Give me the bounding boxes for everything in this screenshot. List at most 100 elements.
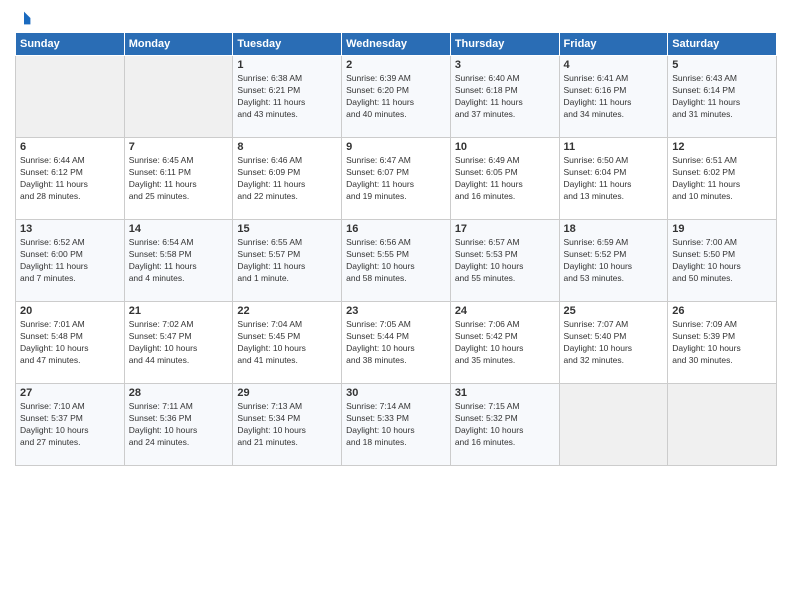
calendar-cell: 14Sunrise: 6:54 AM Sunset: 5:58 PM Dayli… <box>124 220 233 302</box>
calendar-cell: 18Sunrise: 6:59 AM Sunset: 5:52 PM Dayli… <box>559 220 668 302</box>
day-number: 28 <box>129 387 229 399</box>
calendar-cell: 15 Sunrise: 6:55 AM Sunset: 5:57 PM Dayli… <box>233 220 342 302</box>
day-number: 7 <box>129 141 229 153</box>
day-info: Sunrise: 6:41 AM Sunset: 6:16 PM Dayligh… <box>564 73 664 121</box>
calendar-week-row: 20 Sunrise: 7:01 AM Sunset: 5:48 PM Dayli… <box>16 302 777 384</box>
calendar-cell <box>124 56 233 138</box>
day-number: 13 <box>20 223 120 235</box>
calendar-cell: 21 Sunrise: 7:02 AM Sunset: 5:47 PM Dayli… <box>124 302 233 384</box>
day-number: 26 <box>672 305 772 317</box>
day-info: Sunrise: 6:38 AM Sunset: 6:21 PM Dayligh… <box>237 73 337 121</box>
calendar-cell: 22Sunrise: 7:04 AM Sunset: 5:45 PM Dayli… <box>233 302 342 384</box>
weekday-header: Thursday <box>450 33 559 56</box>
calendar-week-row: 1Sunrise: 6:38 AM Sunset: 6:21 PM Daylig… <box>16 56 777 138</box>
weekday-header: Tuesday <box>233 33 342 56</box>
calendar-cell: 25 Sunrise: 7:07 AM Sunset: 5:40 PM Dayli… <box>559 302 668 384</box>
logo <box>15 10 33 26</box>
calendar-week-row: 27 Sunrise: 7:10 AM Sunset: 5:37 PM Dayli… <box>16 384 777 466</box>
day-number: 8 <box>237 141 337 153</box>
day-info: Sunrise: 7:11 AM Sunset: 5:36 PM Dayligh… <box>129 401 229 449</box>
calendar-cell: 24 Sunrise: 7:06 AM Sunset: 5:42 PM Dayli… <box>450 302 559 384</box>
weekday-header: Monday <box>124 33 233 56</box>
day-info: Sunrise: 6:40 AM Sunset: 6:18 PM Dayligh… <box>455 73 555 121</box>
calendar-header-row: SundayMondayTuesdayWednesdayThursdayFrid… <box>16 33 777 56</box>
day-number: 30 <box>346 387 446 399</box>
day-number: 6 <box>20 141 120 153</box>
calendar-cell: 20 Sunrise: 7:01 AM Sunset: 5:48 PM Dayli… <box>16 302 125 384</box>
day-number: 12 <box>672 141 772 153</box>
calendar-cell: 26 Sunrise: 7:09 AM Sunset: 5:39 PM Dayli… <box>668 302 777 384</box>
day-number: 25 <box>564 305 664 317</box>
day-number: 10 <box>455 141 555 153</box>
calendar-cell: 13 Sunrise: 6:52 AM Sunset: 6:00 PM Dayli… <box>16 220 125 302</box>
day-info: Sunrise: 6:39 AM Sunset: 6:20 PM Dayligh… <box>346 73 446 121</box>
day-info: Sunrise: 7:09 AM Sunset: 5:39 PM Dayligh… <box>672 319 772 367</box>
calendar-cell: 9Sunrise: 6:47 AM Sunset: 6:07 PM Daylig… <box>342 138 451 220</box>
day-info: Sunrise: 7:14 AM Sunset: 5:33 PM Dayligh… <box>346 401 446 449</box>
calendar-cell: 12 Sunrise: 6:51 AM Sunset: 6:02 PM Dayli… <box>668 138 777 220</box>
day-number: 29 <box>237 387 337 399</box>
day-info: Sunrise: 6:51 AM Sunset: 6:02 PM Dayligh… <box>672 155 772 203</box>
calendar-cell: 3 Sunrise: 6:40 AM Sunset: 6:18 PM Daylig… <box>450 56 559 138</box>
calendar-cell: 27 Sunrise: 7:10 AM Sunset: 5:37 PM Dayli… <box>16 384 125 466</box>
calendar-cell: 11 Sunrise: 6:50 AM Sunset: 6:04 PM Dayli… <box>559 138 668 220</box>
calendar-cell: 19Sunrise: 7:00 AM Sunset: 5:50 PM Dayli… <box>668 220 777 302</box>
day-info: Sunrise: 6:57 AM Sunset: 5:53 PM Dayligh… <box>455 237 555 285</box>
page: SundayMondayTuesdayWednesdayThursdayFrid… <box>0 0 792 476</box>
calendar-cell: 28 Sunrise: 7:11 AM Sunset: 5:36 PM Dayli… <box>124 384 233 466</box>
day-number: 5 <box>672 59 772 71</box>
day-number: 11 <box>564 141 664 153</box>
calendar-cell: 29 Sunrise: 7:13 AM Sunset: 5:34 PM Dayli… <box>233 384 342 466</box>
calendar-cell <box>16 56 125 138</box>
header <box>15 10 777 26</box>
day-info: Sunrise: 6:55 AM Sunset: 5:57 PM Dayligh… <box>237 237 337 285</box>
day-info: Sunrise: 7:15 AM Sunset: 5:32 PM Dayligh… <box>455 401 555 449</box>
weekday-header: Wednesday <box>342 33 451 56</box>
day-info: Sunrise: 6:44 AM Sunset: 6:12 PM Dayligh… <box>20 155 120 203</box>
day-number: 4 <box>564 59 664 71</box>
calendar: SundayMondayTuesdayWednesdayThursdayFrid… <box>15 32 777 466</box>
weekday-header: Friday <box>559 33 668 56</box>
day-info: Sunrise: 6:54 AM Sunset: 5:58 PM Dayligh… <box>129 237 229 285</box>
day-number: 24 <box>455 305 555 317</box>
day-info: Sunrise: 6:50 AM Sunset: 6:04 PM Dayligh… <box>564 155 664 203</box>
calendar-cell: 17 Sunrise: 6:57 AM Sunset: 5:53 PM Dayli… <box>450 220 559 302</box>
day-info: Sunrise: 7:04 AM Sunset: 5:45 PM Dayligh… <box>237 319 337 367</box>
day-info: Sunrise: 7:06 AM Sunset: 5:42 PM Dayligh… <box>455 319 555 367</box>
day-info: Sunrise: 6:43 AM Sunset: 6:14 PM Dayligh… <box>672 73 772 121</box>
day-info: Sunrise: 7:13 AM Sunset: 5:34 PM Dayligh… <box>237 401 337 449</box>
calendar-cell: 31 Sunrise: 7:15 AM Sunset: 5:32 PM Dayli… <box>450 384 559 466</box>
day-number: 2 <box>346 59 446 71</box>
calendar-cell <box>668 384 777 466</box>
calendar-week-row: 6 Sunrise: 6:44 AM Sunset: 6:12 PM Daylig… <box>16 138 777 220</box>
day-info: Sunrise: 7:10 AM Sunset: 5:37 PM Dayligh… <box>20 401 120 449</box>
calendar-cell: 30 Sunrise: 7:14 AM Sunset: 5:33 PM Dayli… <box>342 384 451 466</box>
calendar-cell: 4 Sunrise: 6:41 AM Sunset: 6:16 PM Daylig… <box>559 56 668 138</box>
day-number: 20 <box>20 305 120 317</box>
calendar-week-row: 13 Sunrise: 6:52 AM Sunset: 6:00 PM Dayli… <box>16 220 777 302</box>
day-number: 16 <box>346 223 446 235</box>
day-info: Sunrise: 7:02 AM Sunset: 5:47 PM Dayligh… <box>129 319 229 367</box>
calendar-cell <box>559 384 668 466</box>
calendar-cell: 6 Sunrise: 6:44 AM Sunset: 6:12 PM Daylig… <box>16 138 125 220</box>
day-number: 17 <box>455 223 555 235</box>
calendar-cell: 10 Sunrise: 6:49 AM Sunset: 6:05 PM Dayli… <box>450 138 559 220</box>
day-info: Sunrise: 6:46 AM Sunset: 6:09 PM Dayligh… <box>237 155 337 203</box>
day-info: Sunrise: 7:01 AM Sunset: 5:48 PM Dayligh… <box>20 319 120 367</box>
day-info: Sunrise: 6:56 AM Sunset: 5:55 PM Dayligh… <box>346 237 446 285</box>
day-info: Sunrise: 6:59 AM Sunset: 5:52 PM Dayligh… <box>564 237 664 285</box>
day-number: 3 <box>455 59 555 71</box>
day-info: Sunrise: 6:52 AM Sunset: 6:00 PM Dayligh… <box>20 237 120 285</box>
calendar-cell: 23Sunrise: 7:05 AM Sunset: 5:44 PM Dayli… <box>342 302 451 384</box>
day-number: 19 <box>672 223 772 235</box>
day-number: 15 <box>237 223 337 235</box>
day-info: Sunrise: 6:49 AM Sunset: 6:05 PM Dayligh… <box>455 155 555 203</box>
day-number: 21 <box>129 305 229 317</box>
day-number: 31 <box>455 387 555 399</box>
day-info: Sunrise: 7:07 AM Sunset: 5:40 PM Dayligh… <box>564 319 664 367</box>
calendar-cell: 5 Sunrise: 6:43 AM Sunset: 6:14 PM Daylig… <box>668 56 777 138</box>
calendar-cell: 8 Sunrise: 6:46 AM Sunset: 6:09 PM Daylig… <box>233 138 342 220</box>
day-number: 27 <box>20 387 120 399</box>
logo-icon <box>16 10 32 26</box>
weekday-header: Sunday <box>16 33 125 56</box>
